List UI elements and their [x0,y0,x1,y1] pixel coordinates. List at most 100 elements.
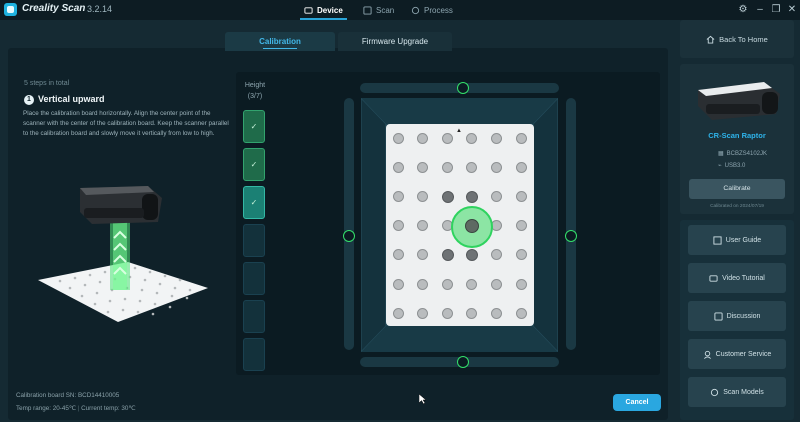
tab-calibration[interactable]: Calibration [225,32,335,51]
bottom-alignment-marker [457,356,469,368]
device-connection-value: USB3.0 [724,162,746,169]
cancel-button[interactable]: Cancel [613,394,661,411]
left-alignment-bar [344,98,354,350]
board-dot [515,249,527,261]
height-step-cell: ✓ [243,186,265,219]
board-dot [392,220,404,232]
top-alignment-marker [457,82,469,94]
serial-icon: ▦ [718,151,724,157]
height-step-cell: ✓ [243,110,265,143]
title-bar: Creality Scan 3.2.14 Device Scan Process… [0,0,800,20]
user-guide-button[interactable]: User Guide [688,225,786,255]
height-step-cell [243,224,265,257]
board-dot [441,190,454,203]
check-icon: ✓ [250,198,258,207]
height-step-cell [243,338,265,371]
board-dot [392,307,404,319]
help-links-panel: User Guide Video Tutorial Discussion Cus… [680,220,794,420]
discussion-icon [714,311,723,321]
board-dot [392,161,404,173]
tab-firmware-upgrade[interactable]: Firmware Upgrade [338,32,452,51]
scanner-center-dot [465,219,479,233]
board-dot [466,307,478,319]
calibration-board-sn: Calibration board SN: BCD14410005 [16,392,119,399]
check-icon: ✓ [250,160,258,169]
board-sn-value: BCD14410005 [77,392,120,399]
calibrated-date: Calibrated on 2024/07/19 [710,204,764,209]
height-step-cell [243,300,265,333]
scan-models-button[interactable]: Scan Models [688,377,786,407]
board-dot [417,132,429,144]
board-dot [441,307,453,319]
app-logo-icon [4,3,17,16]
board-dot [392,190,404,202]
board-dot [441,161,453,173]
usb-icon: ⌁ [718,163,722,169]
back-to-home-button[interactable]: Back To Home [680,20,794,58]
temp-range: Temp range: 20-45℃ [16,405,76,412]
tab-device[interactable]: Device [300,0,347,20]
current-temp: Current temp: 30℃ [81,405,136,412]
video-icon [709,274,718,282]
back-to-home-label: Back To Home [719,34,768,44]
right-alignment-bar [566,98,576,350]
close-icon[interactable]: ✕ [785,3,799,17]
customer-service-icon [703,350,711,359]
scan-icon [363,5,372,15]
board-dot [392,249,404,261]
board-dot [392,132,404,144]
tab-process[interactable]: Process [411,0,453,20]
board-dot [441,278,453,290]
video-tutorial-label: Video Tutorial [722,274,765,282]
settings-icon[interactable]: ⚙ [736,3,750,17]
tab-device-label: Device [317,5,343,15]
maximize-icon[interactable]: ❐ [769,3,783,17]
board-dot [417,190,429,202]
height-step-cell: ✓ [243,148,265,181]
board-dot [441,132,453,144]
discussion-label: Discussion [726,312,761,320]
device-icon [304,6,313,14]
home-icon [706,35,715,44]
board-dot [515,220,527,232]
board-dot [466,161,478,173]
user-guide-icon [713,235,722,245]
board-dot [515,307,527,319]
video-tutorial-button[interactable]: Video Tutorial [688,263,786,293]
step-title: Vertical upward [38,94,105,104]
discussion-button[interactable]: Discussion [688,301,786,331]
board-sn-label: Calibration board SN: [16,392,77,399]
scan-models-label: Scan Models [723,388,764,396]
tab-scan-label: Scan [376,5,395,15]
height-label: Height [244,82,266,89]
scanner-device-image [698,82,780,120]
board-dot [441,249,454,262]
board-dot [515,278,527,290]
board-dot [515,161,527,173]
app-name: Creality Scan [22,3,86,14]
board-dot [417,278,429,290]
board-dot [490,132,502,144]
customer-service-button[interactable]: Customer Service [688,339,786,369]
device-serial: ▦ BCBZS4102JK [718,150,767,158]
temperature-info: Temp range: 20-45℃ | Current temp: 30℃ [16,405,136,412]
process-icon [411,6,420,14]
app-version: 3.2.14 [87,4,113,14]
check-icon: ✓ [250,122,258,131]
board-dot [490,278,502,290]
device-name: CR-Scan Raptor [708,131,766,140]
user-guide-label: User Guide [725,236,762,244]
tab-scan[interactable]: Scan [363,0,394,20]
board-dot [417,161,429,173]
right-alignment-marker [565,230,577,242]
calibration-illustration [38,186,208,322]
board-dot [466,132,478,144]
minimize-icon[interactable]: – [753,3,767,17]
customer-service-label: Customer Service [715,350,772,358]
board-dot [490,190,502,202]
height-progress: (3/7) [247,93,263,100]
device-connection: ⌁ USB3.0 [718,162,746,170]
board-dot [490,161,502,173]
calibrate-button[interactable]: Calibrate [689,179,785,199]
board-dot [515,132,527,144]
